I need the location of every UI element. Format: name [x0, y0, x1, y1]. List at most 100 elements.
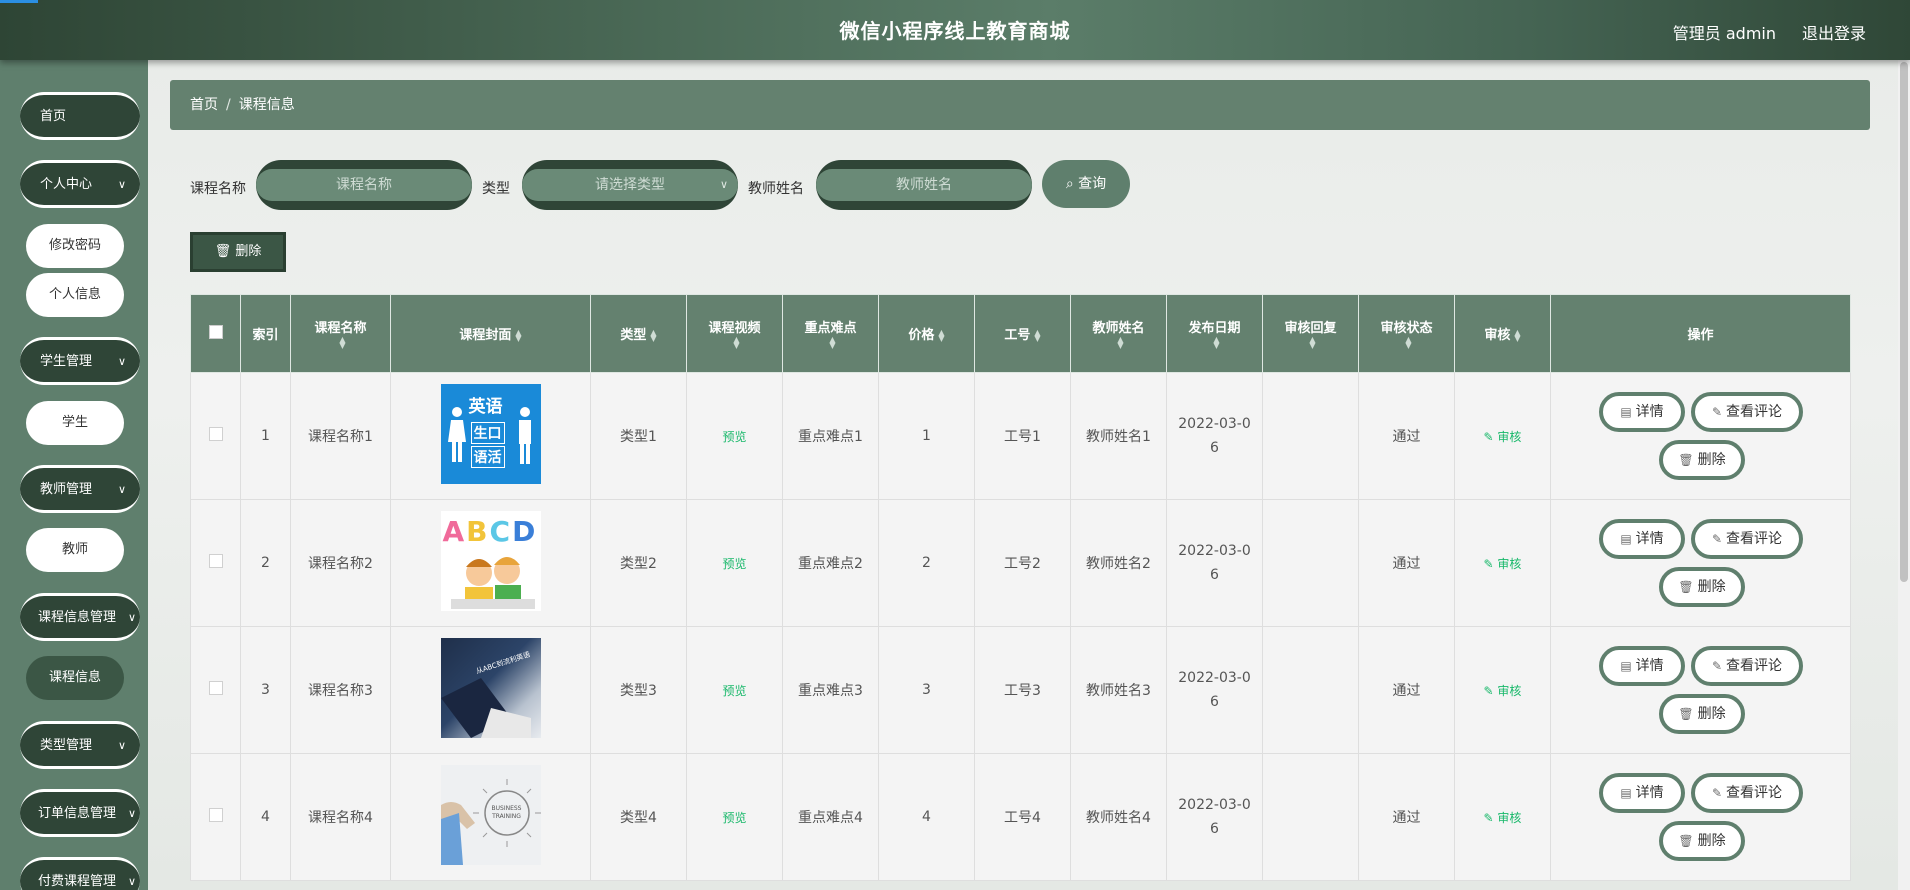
sidebar-item-home[interactable]: 首页	[20, 92, 140, 140]
sort-icon: ▲ ▼	[339, 335, 346, 350]
cover-text: BUSINESS TRAINING	[491, 805, 522, 820]
video-preview-link[interactable]: 预览	[722, 811, 746, 825]
column-header-key-points[interactable]: 重点难点 ▲ ▼	[782, 294, 879, 373]
column-header-review-status[interactable]: 审核状态 ▲ ▼	[1358, 294, 1455, 373]
view-comments-button[interactable]: ✎ 查看评论	[1691, 773, 1803, 813]
column-header-type[interactable]: 类型 ▲ ▼	[590, 294, 687, 373]
teacher-name-input[interactable]: 教师姓名	[816, 160, 1032, 210]
sidebar-item-course-management[interactable]: 课程信息管理 ∨	[20, 593, 140, 641]
sidebar-item-paid-course-management[interactable]: 付费课程管理 ∨	[20, 857, 140, 890]
cell-teacher-name: 教师姓名3	[1070, 626, 1167, 754]
search-icon: ⌕	[1065, 176, 1074, 192]
column-header-teacher-name[interactable]: 教师姓名 ▲ ▼	[1070, 294, 1167, 373]
review-link[interactable]: ✎ 审核	[1484, 557, 1522, 571]
view-comments-button[interactable]: ✎ 查看评论	[1691, 519, 1803, 559]
sidebar-item-teacher-management[interactable]: 教师管理 ∨	[20, 465, 140, 513]
course-cover-image[interactable]: BUSINESS TRAINING	[440, 765, 541, 865]
column-header-price[interactable]: 价格 ▲ ▼	[878, 294, 975, 373]
cell-publish-date: 2022-03-06	[1166, 626, 1263, 754]
course-cover-image[interactable]: 英语 生口 语活	[440, 384, 541, 484]
review-link[interactable]: ✎ 审核	[1484, 430, 1522, 444]
breadcrumb: 首页 / 课程信息	[170, 80, 1870, 130]
column-header-video[interactable]: 课程视频 ▲ ▼	[686, 294, 783, 373]
vertical-scrollbar[interactable]	[1898, 60, 1910, 890]
sidebar-subitem-student[interactable]: 学生	[26, 401, 124, 445]
row-checkbox[interactable]	[208, 808, 223, 822]
breadcrumb-home[interactable]: 首页	[190, 97, 218, 113]
query-button[interactable]: ⌕ 查询	[1042, 160, 1130, 208]
delete-button-label: 删除	[1697, 579, 1726, 595]
document-icon: ▤	[1620, 532, 1632, 546]
sidebar-item-order-management[interactable]: 订单信息管理 ∨	[20, 789, 140, 837]
cell-job-no: 工号2	[974, 499, 1071, 627]
cell-review-reply	[1262, 372, 1359, 500]
delete-button-label: 删除	[1697, 706, 1726, 722]
video-preview-link[interactable]: 预览	[722, 684, 746, 698]
sidebar-item-personal-center[interactable]: 个人中心 ∨	[20, 160, 140, 208]
cell-key-points: 重点难点3	[782, 626, 879, 754]
detail-button-label: 详情	[1635, 785, 1664, 801]
sidebar-item-student-management[interactable]: 学生管理 ∨	[20, 337, 140, 385]
column-header-label: 课程视频	[708, 320, 761, 336]
chevron-down-icon: ∨	[117, 739, 126, 752]
detail-button[interactable]: ▤ 详情	[1599, 646, 1685, 686]
sort-icon: ▲ ▼	[938, 327, 945, 343]
column-header-review-reply[interactable]: 审核回复 ▲ ▼	[1262, 294, 1359, 373]
review-link-label: 审核	[1497, 556, 1522, 571]
column-header-cover[interactable]: 课程封面 ▲ ▼	[390, 294, 591, 373]
edit-icon: ✎	[1711, 532, 1723, 546]
column-header-label: 发布日期	[1188, 320, 1241, 336]
delete-button[interactable]: 🗑︎ 删除	[1659, 567, 1745, 607]
batch-delete-button[interactable]: 🗑︎ 删除	[190, 232, 286, 272]
row-select-cell	[190, 372, 241, 500]
column-header-publish-date[interactable]: 发布日期 ▲ ▼	[1166, 294, 1263, 373]
cell-teacher-name: 教师姓名4	[1070, 753, 1167, 881]
course-name-input[interactable]: 课程名称	[256, 160, 472, 210]
detail-button[interactable]: ▤ 详情	[1599, 392, 1685, 432]
delete-button[interactable]: 🗑︎ 删除	[1659, 440, 1745, 480]
table-header-row: 索引 课程名称 ▲ ▼ 课程封面 ▲ ▼ 类型 ▲ ▼ 课程视频 ▲ ▼ 重点难点 ▲ ▼ 价格 ▲ ▼…	[190, 294, 1851, 373]
cell-review: ✎ 审核	[1454, 753, 1551, 881]
row-checkbox[interactable]	[208, 681, 223, 695]
view-comments-button[interactable]: ✎ 查看评论	[1691, 392, 1803, 432]
type-select[interactable]: 请选择类型 ∨	[522, 160, 738, 210]
sidebar-item-type-management[interactable]: 类型管理 ∨	[20, 721, 140, 769]
type-label: 类型	[482, 181, 510, 197]
select-all-checkbox[interactable]	[208, 324, 223, 339]
delete-button[interactable]: 🗑︎ 删除	[1659, 821, 1745, 861]
query-button-label: 查询	[1078, 176, 1107, 192]
logout-link[interactable]: 退出登录	[1802, 20, 1866, 44]
sidebar-subitem-profile[interactable]: 个人信息	[26, 273, 124, 317]
review-link[interactable]: ✎ 审核	[1484, 811, 1522, 825]
row-checkbox[interactable]	[208, 554, 223, 568]
publish-date-text: 2022-03-06	[1178, 416, 1251, 456]
view-comments-button[interactable]: ✎ 查看评论	[1691, 646, 1803, 686]
column-header-job-no[interactable]: 工号 ▲ ▼	[974, 294, 1071, 373]
cell-price: 4	[878, 753, 975, 881]
view-comments-label: 查看评论	[1726, 785, 1783, 801]
sidebar-subitem-course-info[interactable]: 课程信息	[26, 656, 124, 700]
video-preview-link[interactable]: 预览	[722, 430, 746, 444]
course-cover-image[interactable]: ABCD	[440, 511, 541, 611]
detail-button[interactable]: ▤ 详情	[1599, 773, 1685, 813]
delete-button[interactable]: 🗑︎ 删除	[1659, 694, 1745, 734]
column-header-course-name[interactable]: 课程名称 ▲ ▼	[290, 294, 391, 373]
cell-video: 预览	[686, 626, 783, 754]
column-header-label: 教师姓名	[1092, 320, 1145, 336]
row-checkbox[interactable]	[208, 427, 223, 441]
review-link[interactable]: ✎ 审核	[1484, 684, 1522, 698]
video-preview-link[interactable]: 预览	[722, 557, 746, 571]
sidebar-subitem-teacher[interactable]: 教师	[26, 528, 124, 572]
cell-course-name: 课程名称2	[290, 499, 391, 627]
cell-review-status: 通过	[1358, 626, 1455, 754]
detail-button[interactable]: ▤ 详情	[1599, 519, 1685, 559]
scrollbar-thumb[interactable]	[1900, 62, 1908, 582]
view-comments-label: 查看评论	[1726, 404, 1783, 420]
sidebar-item-label: 学生管理	[40, 354, 93, 369]
cell-type: 类型2	[590, 499, 687, 627]
course-cover-image[interactable]: 从ABC到流利英语	[440, 638, 541, 738]
table-row: 3 课程名称3 从ABC到流利英语 类型3 预览 重点难点3 3 工号3 教师姓…	[190, 626, 1851, 754]
column-header-review[interactable]: 审核 ▲ ▼	[1454, 294, 1551, 373]
cover-text: 生口	[470, 422, 505, 444]
sidebar-subitem-change-password[interactable]: 修改密码	[26, 224, 124, 268]
